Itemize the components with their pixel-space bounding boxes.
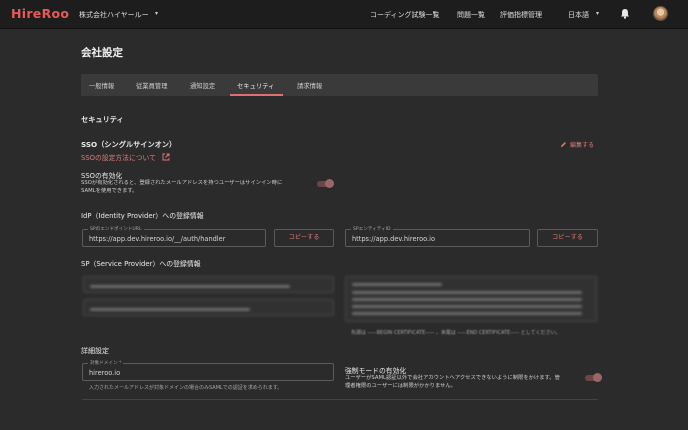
target-domain-field[interactable]: 対象ドメイン * hireroo.io [82, 360, 334, 381]
sp-entity-id-label: SPエンティティID [351, 226, 393, 232]
sp-endpoint-url-field[interactable]: SPのエンドポイントURL https://app.dev.hireroo.io… [82, 226, 266, 247]
tab-security[interactable]: セキュリティ [237, 81, 274, 90]
force-mode-desc-2: 理者権限のユーザーには制限がかかりません。 [345, 383, 456, 389]
sso-enable-desc-2: SAMLを使用できます。 [81, 188, 138, 194]
tab-employees[interactable]: 従業員管理 [136, 81, 167, 90]
copy-endpoint-url-button[interactable]: コピーする [274, 229, 334, 247]
sp-endpoint-url-label: SPのエンドポイントURL [88, 226, 144, 232]
sso-help-link[interactable]: SSOの設定方法について [81, 152, 170, 162]
advanced-heading: 詳細設定 [81, 347, 109, 355]
sp-entity-id-field[interactable]: SPエンティティID https://app.dev.hireroo.io [345, 226, 530, 247]
edit-button[interactable]: 編集する [560, 140, 594, 149]
settings-tabs: 一般情報 従業員管理 通知設定 セキュリティ 請求情報 [81, 74, 598, 96]
sso-help-link-label[interactable]: SSOの設定方法について [81, 154, 156, 162]
sso-title: SSO（シングルサインオン） [81, 140, 177, 149]
language-selector[interactable]: 日本語 [568, 10, 589, 20]
nav-questions[interactable]: 問題一覧 [457, 10, 485, 20]
user-avatar[interactable] [653, 6, 668, 21]
certificate-helper: 先頭は -----BEGIN CERTIFICATE----- ，末尾は ---… [351, 330, 561, 336]
edit-button-label: 編集する [570, 142, 595, 149]
nav-evaluation-metrics[interactable]: 評価指標管理 [500, 10, 542, 20]
page-title: 会社設定 [81, 47, 123, 59]
top-bar: HireRoo 株式会社ハイヤールー ▾ コーディング試験一覧 問題一覧 評価指… [0, 0, 688, 29]
target-domain-helper: 入力されたメールアドレスが対象ドメインの場合のみSAMLでの認証を求められます。 [89, 385, 283, 391]
force-toggle-knob [593, 373, 602, 382]
chevron-down-icon[interactable]: ▾ [155, 10, 158, 17]
tab-general[interactable]: 一般情報 [89, 81, 114, 90]
tab-notifications[interactable]: 通知設定 [190, 81, 215, 90]
external-link-icon[interactable] [162, 153, 170, 161]
force-mode-toggle[interactable] [585, 373, 602, 382]
sp-certificate-field[interactable] [345, 276, 597, 322]
target-domain-label: 対象ドメイン * [88, 360, 124, 366]
sp-blurred-field-1[interactable] [83, 276, 334, 293]
sp-blurred-field-2[interactable] [83, 299, 334, 316]
sso-enable-toggle[interactable] [317, 179, 334, 188]
nav-coding-tests[interactable]: コーディング試験一覧 [370, 10, 440, 20]
idp-heading: IdP（Identity Provider）への登録情報 [81, 212, 204, 220]
bottom-divider [82, 399, 598, 400]
sso-toggle-knob [325, 179, 334, 188]
copy-entity-id-button[interactable]: コピーする [537, 229, 598, 247]
sp-endpoint-url-value: https://app.dev.hireroo.io/__/auth/handl… [89, 235, 226, 243]
security-heading: セキュリティ [81, 115, 124, 124]
hireroo-logo[interactable]: HireRoo [11, 6, 69, 21]
company-selector[interactable]: 株式会社ハイヤールー [79, 10, 149, 20]
tab-billing[interactable]: 請求情報 [297, 81, 322, 90]
bell-icon[interactable] [620, 8, 630, 19]
sp-heading: SP（Service Provider）への登録情報 [81, 260, 201, 268]
active-tab-indicator [230, 94, 283, 96]
language-chevron-icon[interactable]: ▾ [596, 10, 599, 17]
sp-entity-id-value: https://app.dev.hireroo.io [352, 235, 435, 243]
target-domain-value: hireroo.io [89, 369, 121, 377]
pencil-icon [561, 142, 566, 147]
